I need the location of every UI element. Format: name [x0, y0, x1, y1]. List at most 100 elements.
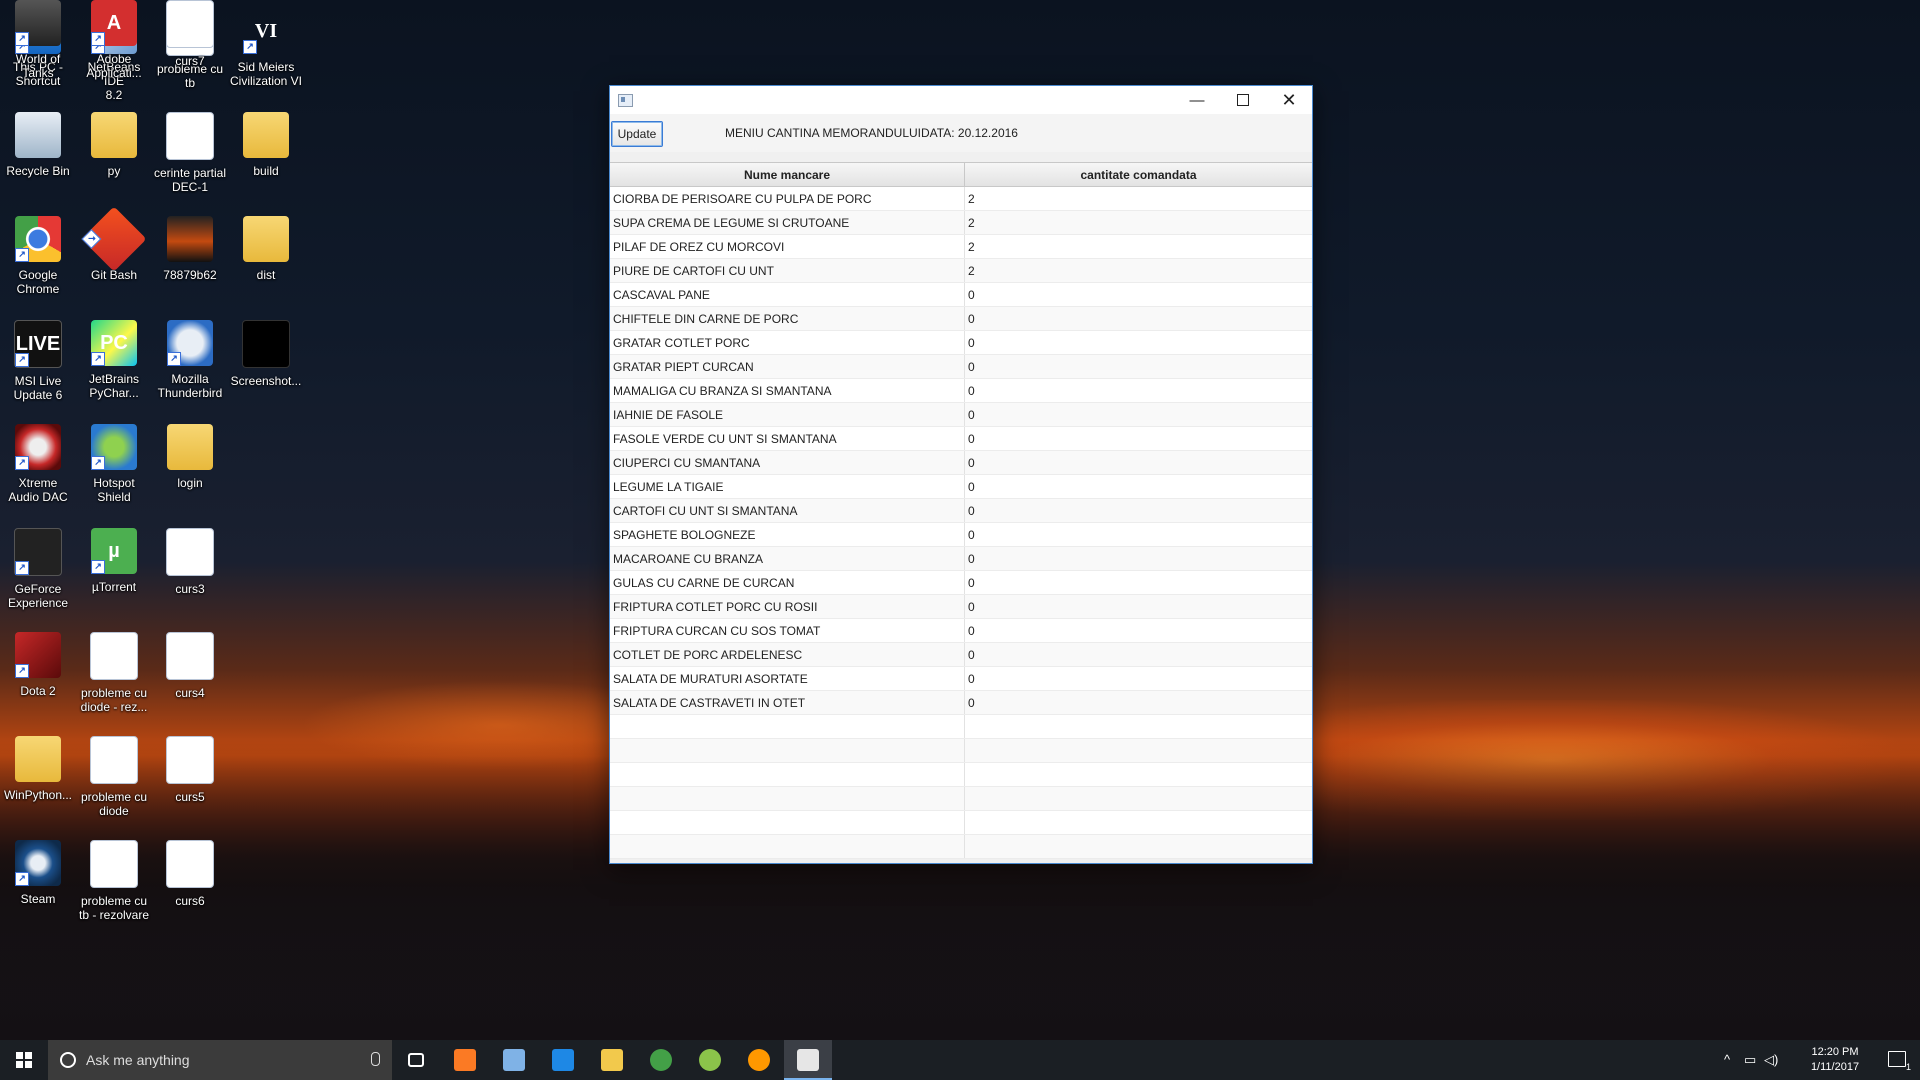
dish-name-cell[interactable]: CASCAVAL PANE [610, 283, 965, 306]
dish-name-cell[interactable]: GRATAR COTLET PORC [610, 331, 965, 354]
maximize-button[interactable] [1220, 86, 1266, 114]
desktop-icon[interactable]: WinPython... [0, 736, 76, 802]
table-row[interactable]: SUPA CREMA DE LEGUME SI CRUTOANE 2 [610, 211, 1312, 235]
desktop-icon[interactable]: pdf probleme cu diode - rez... [76, 632, 152, 714]
dish-name-cell[interactable]: FRIPTURA COTLET PORC CU ROSII [610, 595, 965, 618]
desktop-icon[interactable]: dist [228, 216, 304, 282]
minimize-button[interactable]: — [1174, 86, 1220, 114]
desktop-icon[interactable]: ↗ Dota 2 [0, 632, 76, 698]
taskbar-firefox-button[interactable] [735, 1040, 783, 1080]
dish-name-cell[interactable]: CARTOFI CU UNT SI SMANTANA [610, 499, 965, 522]
quantity-cell[interactable]: 2 [965, 211, 1312, 234]
table-row[interactable]: GRATAR PIEPT CURCAN 0 [610, 355, 1312, 379]
dish-name-cell[interactable] [610, 835, 965, 858]
quantity-cell[interactable] [965, 811, 1312, 834]
table-row[interactable]: CHIFTELE DIN CARNE DE PORC 0 [610, 307, 1312, 331]
desktop-icon[interactable]: ↗ World of Tanks [0, 0, 76, 80]
desktop-icon[interactable]: ↗ Xtreme Audio DAC [0, 424, 76, 504]
table-row[interactable] [610, 787, 1312, 811]
table-row[interactable]: CASCAVAL PANE 0 [610, 283, 1312, 307]
update-button[interactable]: Update [611, 121, 663, 147]
volume-icon[interactable]: ◁) [1764, 1052, 1778, 1068]
close-button[interactable]: ✕ [1266, 86, 1312, 114]
taskbar-xampp-button[interactable] [441, 1040, 489, 1080]
desktop-icon[interactable]: µ ↗ µTorrent [76, 528, 152, 594]
table-row[interactable]: PILAF DE OREZ CU MORCOVI 2 [610, 235, 1312, 259]
dish-name-cell[interactable] [610, 811, 965, 834]
quantity-cell[interactable]: 0 [965, 307, 1312, 330]
window-titlebar[interactable]: — ✕ [610, 86, 1312, 114]
quantity-cell[interactable]: 2 [965, 187, 1312, 210]
start-button[interactable] [0, 1040, 48, 1080]
quantity-cell[interactable]: 2 [965, 259, 1312, 282]
quantity-cell[interactable] [965, 715, 1312, 738]
quantity-cell[interactable] [965, 739, 1312, 762]
table-row[interactable]: PIURE DE CARTOFI CU UNT 2 [610, 259, 1312, 283]
desktop-icon[interactable]: LIVE ↗ MSI Live Update 6 [0, 320, 76, 402]
desktop-icon[interactable]: ↗ Git Bash [76, 206, 152, 282]
dish-name-cell[interactable]: PIURE DE CARTOFI CU UNT [610, 259, 965, 282]
quantity-cell[interactable] [965, 835, 1312, 858]
table-row[interactable]: COTLET DE PORC ARDELENESC 0 [610, 643, 1312, 667]
dish-name-cell[interactable] [610, 763, 965, 786]
dish-name-cell[interactable]: FASOLE VERDE CU UNT SI SMANTANA [610, 427, 965, 450]
table-row[interactable]: IAHNIE DE FASOLE 0 [610, 403, 1312, 427]
table-row[interactable]: LEGUME LA TIGAIE 0 [610, 475, 1312, 499]
table-row[interactable]: SALATA DE CASTRAVETI IN OTET 0 [610, 691, 1312, 715]
desktop-icon[interactable]: pdf curs5 [152, 736, 228, 804]
quantity-cell[interactable]: 0 [965, 499, 1312, 522]
taskbar-netbeans-button[interactable] [490, 1040, 538, 1080]
column-header-name[interactable]: Nume mancare [610, 163, 965, 186]
dish-name-cell[interactable]: FRIPTURA CURCAN CU SOS TOMAT [610, 619, 965, 642]
dish-name-cell[interactable]: SALATA DE MURATURI ASORTATE [610, 667, 965, 690]
taskbar-java-app-button[interactable] [784, 1040, 832, 1080]
clock[interactable]: 12:20 PM 1/11/2017 [1800, 1045, 1870, 1075]
desktop-icon[interactable]: ↗ Mozilla Thunderbird [152, 320, 228, 400]
dish-name-cell[interactable]: CHIFTELE DIN CARNE DE PORC [610, 307, 965, 330]
taskbar-android-studio-button[interactable] [686, 1040, 734, 1080]
quantity-cell[interactable]: 0 [965, 595, 1312, 618]
desktop-icon[interactable]: VI ↗ Sid Meiers Civilization VI [228, 8, 304, 89]
dish-name-cell[interactable]: LEGUME LA TIGAIE [610, 475, 965, 498]
dish-name-cell[interactable] [610, 715, 965, 738]
dish-name-cell[interactable] [610, 787, 965, 810]
table-row[interactable]: FASOLE VERDE CU UNT SI SMANTANA 0 [610, 427, 1312, 451]
desktop-icon[interactable]: py [76, 112, 152, 178]
dish-name-cell[interactable]: SUPA CREMA DE LEGUME SI CRUTOANE [610, 211, 965, 234]
dish-name-cell[interactable]: CIUPERCI CU SMANTANA [610, 451, 965, 474]
table-row[interactable] [610, 739, 1312, 763]
table-row[interactable]: MACAROANE CU BRANZA 0 [610, 547, 1312, 571]
table-row[interactable]: GRATAR COTLET PORC 0 [610, 331, 1312, 355]
quantity-cell[interactable]: 0 [965, 475, 1312, 498]
dish-name-cell[interactable]: GRATAR PIEPT CURCAN [610, 355, 965, 378]
desktop-icon[interactable]: pdf cerinte partial DEC-1 [152, 112, 228, 194]
tray-chevron-icon[interactable]: ^ [1724, 1052, 1730, 1067]
quantity-cell[interactable]: 2 [965, 235, 1312, 258]
desktop-icon[interactable]: ↗ GeForce Experience [0, 528, 76, 610]
taskbar-chrome-button[interactable] [637, 1040, 685, 1080]
quantity-cell[interactable]: 0 [965, 691, 1312, 714]
column-header-quantity[interactable]: cantitate comandata [965, 163, 1312, 186]
desktop-icon[interactable]: build [228, 112, 304, 178]
taskbar-task-view-button[interactable] [392, 1040, 440, 1080]
table-row[interactable]: GULAS CU CARNE DE CURCAN 0 [610, 571, 1312, 595]
taskbar-edge-button[interactable] [539, 1040, 587, 1080]
desktop-icon[interactable]: 78879b62 [152, 216, 228, 282]
cortana-search-box[interactable]: Ask me anything [48, 1040, 392, 1080]
dish-name-cell[interactable]: GULAS CU CARNE DE CURCAN [610, 571, 965, 594]
table-row[interactable] [610, 835, 1312, 859]
dish-name-cell[interactable]: SALATA DE CASTRAVETI IN OTET [610, 691, 965, 714]
desktop-icon[interactable]: pdf curs7 [152, 0, 228, 68]
quantity-cell[interactable]: 0 [965, 667, 1312, 690]
quantity-cell[interactable]: 0 [965, 403, 1312, 426]
table-row[interactable] [610, 811, 1312, 835]
taskbar-file-explorer-button[interactable] [588, 1040, 636, 1080]
desktop-icon[interactable]: ↗ Steam [0, 840, 76, 906]
quantity-cell[interactable]: 0 [965, 523, 1312, 546]
quantity-cell[interactable]: 0 [965, 379, 1312, 402]
dish-name-cell[interactable]: PILAF DE OREZ CU MORCOVI [610, 235, 965, 258]
table-row[interactable]: SPAGHETE BOLOGNEZE 0 [610, 523, 1312, 547]
desktop-icon[interactable]: Recycle Bin [0, 112, 76, 178]
table-row[interactable]: SALATA DE MURATURI ASORTATE 0 [610, 667, 1312, 691]
dish-name-cell[interactable]: MAMALIGA CU BRANZA SI SMANTANA [610, 379, 965, 402]
